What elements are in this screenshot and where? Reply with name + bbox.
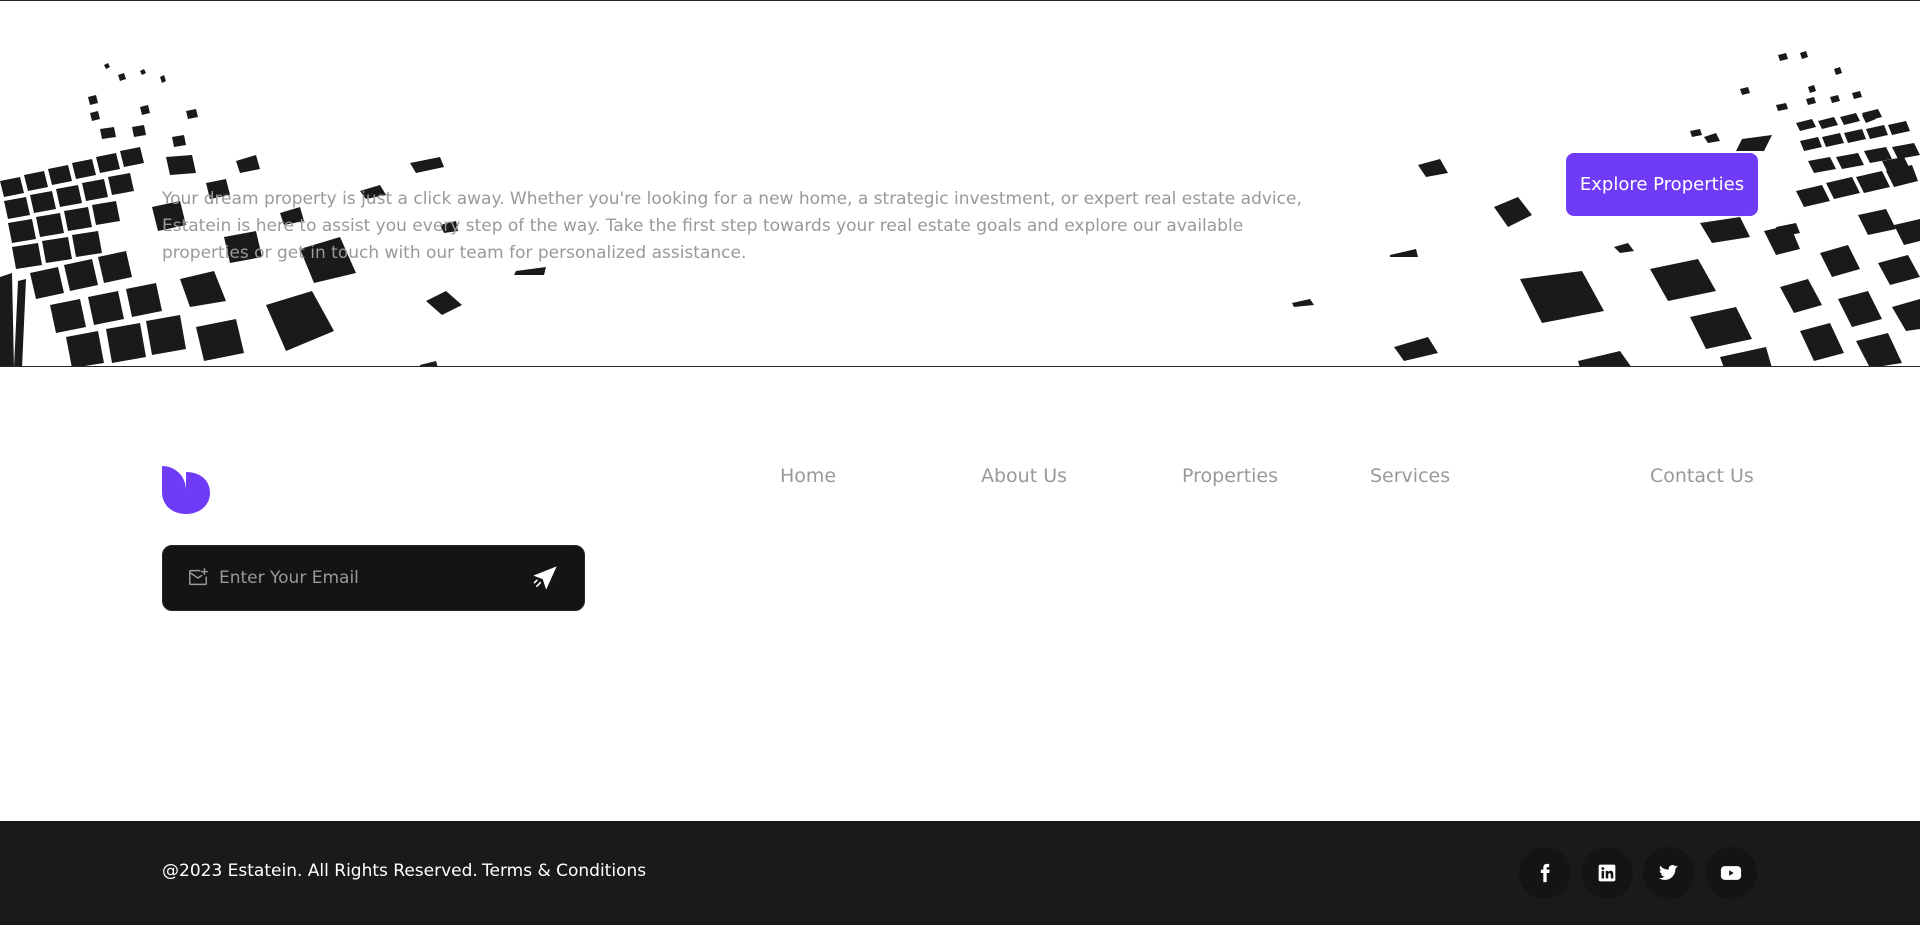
mail-icon (187, 567, 209, 589)
cta-section: Your dream property is just a click away… (0, 0, 1920, 367)
send-icon[interactable] (530, 563, 560, 593)
terms-link[interactable]: Terms & Conditions (482, 861, 646, 881)
cta-description: Your dream property is just a click away… (162, 189, 1302, 263)
social-links (1519, 847, 1757, 899)
footer-nav-home[interactable]: Home (780, 465, 836, 487)
explore-properties-button[interactable]: Explore Properties (1566, 153, 1758, 216)
footer-nav: Home About Us Properties Services Contac… (0, 465, 1920, 495)
footer-nav-properties[interactable]: Properties (1182, 465, 1278, 487)
linkedin-icon[interactable] (1581, 847, 1633, 899)
email-input[interactable] (219, 568, 530, 588)
page: Your dream property is just a click away… (0, 0, 1920, 925)
bottom-bar: @2023 Estatein. All Rights Reserved. Ter… (0, 821, 1920, 925)
footer-nav-contact-us[interactable]: Contact Us (1650, 465, 1754, 487)
newsletter-form (162, 545, 585, 611)
facebook-icon[interactable] (1519, 847, 1571, 899)
footer: Home About Us Properties Services Contac… (0, 367, 1920, 821)
footer-nav-about-us[interactable]: About Us (981, 465, 1067, 487)
copyright-text: @2023 Estatein. All Rights Reserved. (162, 861, 478, 881)
youtube-icon[interactable] (1705, 847, 1757, 899)
twitter-icon[interactable] (1643, 847, 1695, 899)
footer-nav-services[interactable]: Services (1370, 465, 1450, 487)
